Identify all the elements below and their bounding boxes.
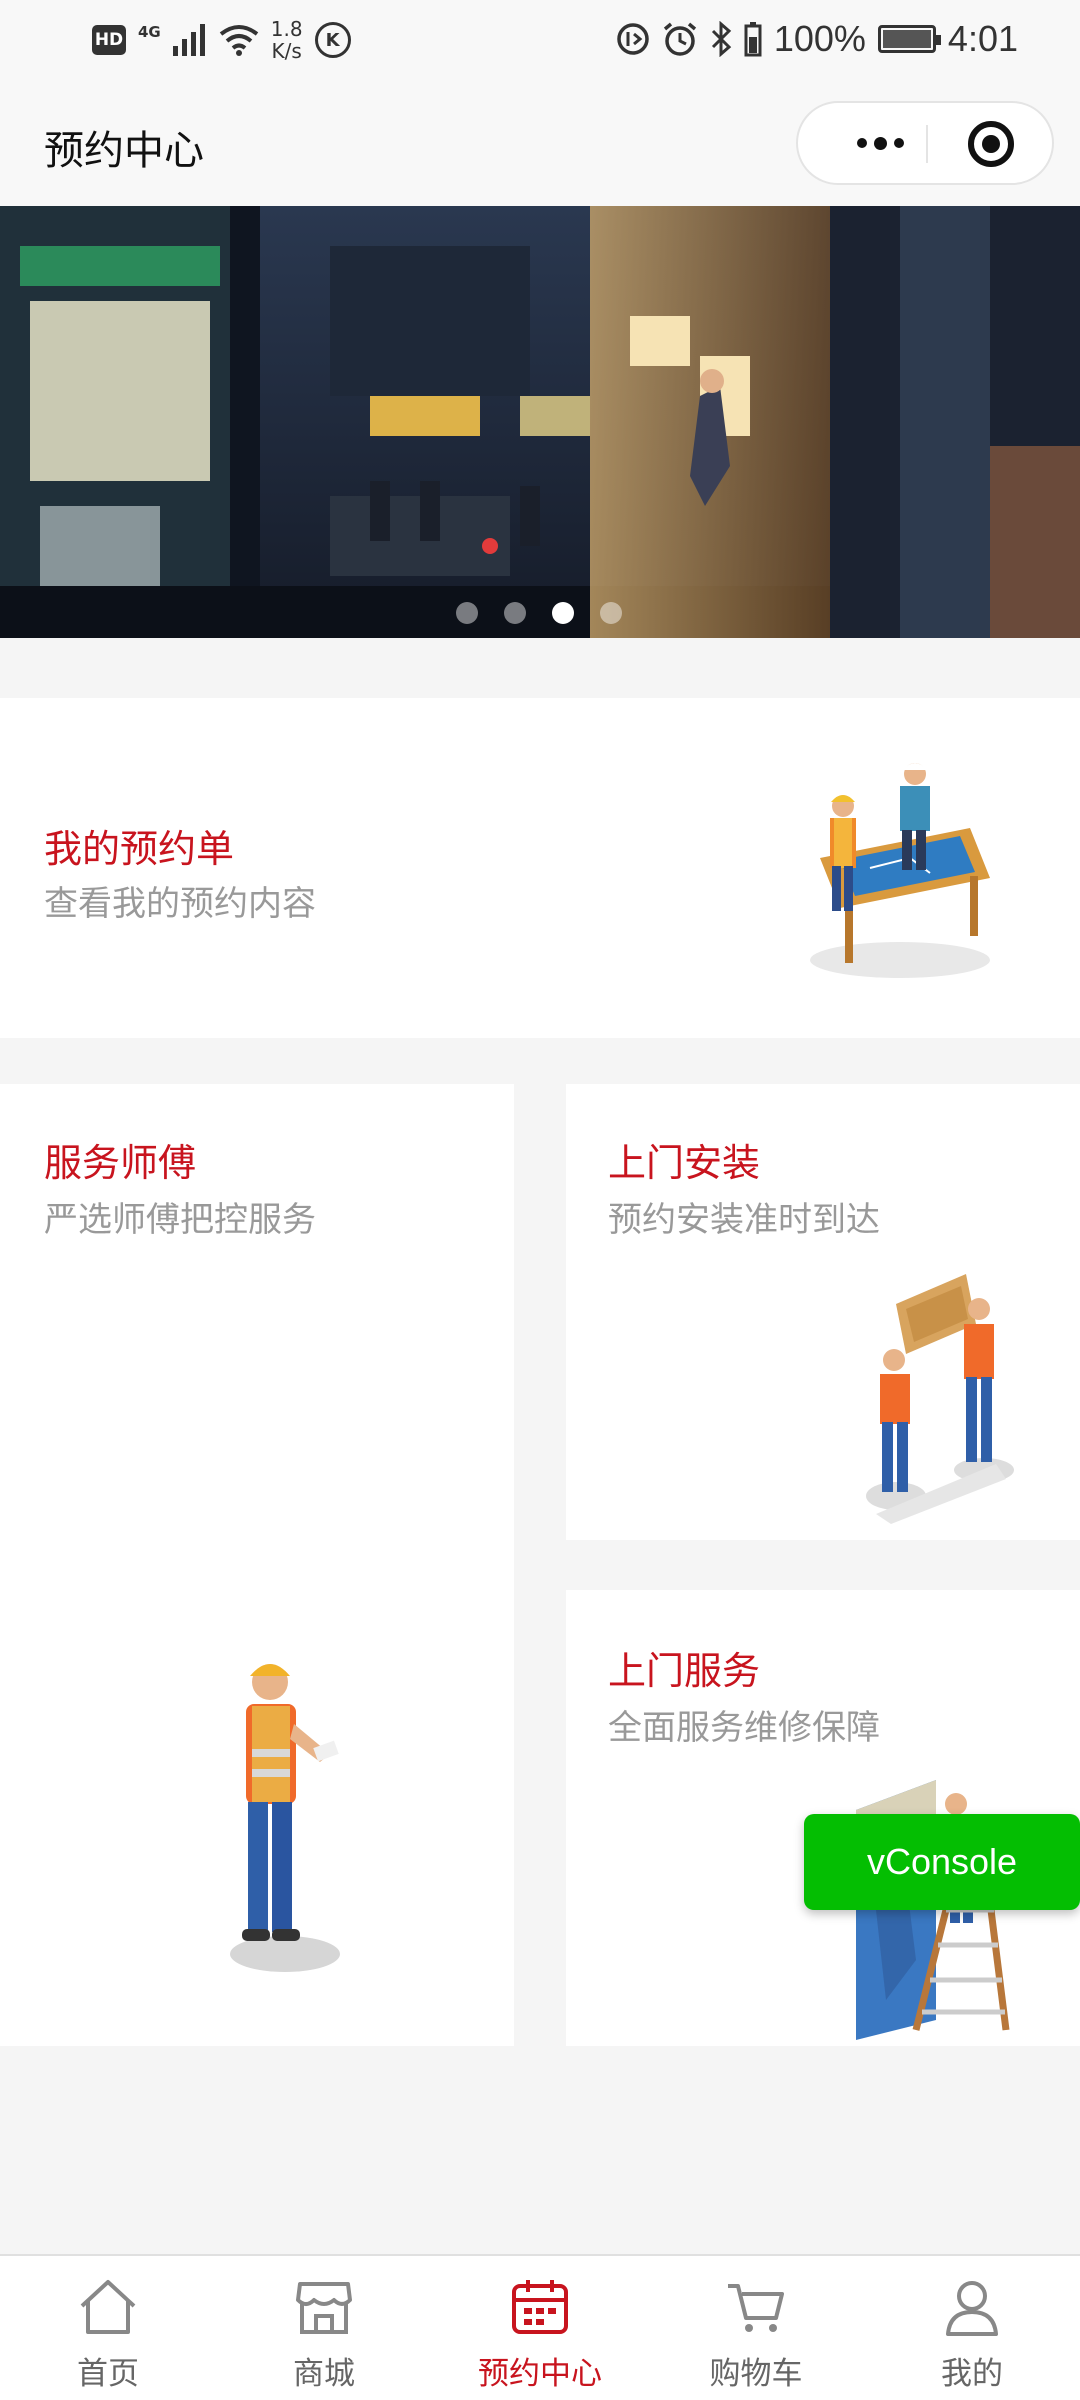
k-app-icon: K [314, 22, 351, 58]
calendar-icon [512, 2280, 568, 2334]
install-workers-illustration [866, 1274, 1014, 1524]
inspector-worker-illustration [230, 1664, 340, 1972]
status-bar: HD 4G 1.8 K/s K 100% 4:01 [0, 0, 1080, 80]
home-service-subtitle: 全面服务维修保障 [608, 1708, 880, 1748]
tab-booking-center-label: 预约中心 [478, 2356, 602, 2392]
home-install-subtitle: 预约安装准时到达 [608, 1200, 880, 1240]
service-master-card[interactable]: 服务师傅 严选师傅把控服务 [0, 1084, 514, 2046]
vconsole-button[interactable]: vConsole [804, 1814, 1080, 1910]
home-install-card[interactable]: 上门安装 预约安装准时到达 [566, 1084, 1080, 1540]
network-type: 4G [138, 23, 161, 41]
user-icon [946, 2281, 998, 2336]
close-miniprogram-button[interactable] [968, 121, 1014, 167]
battery-percent: 100% [773, 18, 866, 59]
carousel-dot[interactable] [456, 602, 478, 624]
workers-planning-illustration [810, 763, 990, 978]
carousel-indicators [456, 602, 622, 624]
speed-unit: K/s [271, 39, 302, 63]
capsule-divider [926, 125, 928, 163]
home-icon [80, 2280, 136, 2334]
store-icon [296, 2282, 352, 2334]
status-left: HD 4G 1.8 K/s K [92, 18, 351, 62]
data-saver-icon [617, 23, 649, 55]
tab-home-label: 首页 [77, 2356, 139, 2392]
home-service-title: 上门服务 [608, 1649, 761, 1693]
wifi-icon [219, 25, 258, 56]
bottom-tab-bar: 首页 商城 预约中心 购物车 我的 [0, 2254, 1080, 2400]
tab-cart[interactable]: 购物车 [648, 2256, 864, 2400]
tab-booking-center[interactable]: 预约中心 [432, 2256, 648, 2400]
carousel-dot[interactable] [600, 602, 622, 624]
tab-mine-label: 我的 [941, 2356, 1003, 2392]
cart-icon [728, 2284, 784, 2332]
more-menu-button[interactable] [836, 103, 924, 183]
battery-small-icon [744, 22, 762, 57]
carousel-dot-active[interactable] [552, 602, 574, 624]
tab-home[interactable]: 首页 [0, 2256, 216, 2400]
status-right: 100% 4:01 [616, 16, 1018, 62]
tab-store-label: 商城 [293, 2356, 355, 2392]
page-title: 预约中心 [44, 128, 204, 174]
network-speed: 1.8 K/s [271, 18, 303, 62]
my-orders-card[interactable]: 我的预约单 查看我的预约内容 [0, 698, 1080, 1038]
service-master-subtitle: 严选师傅把控服务 [44, 1200, 316, 1240]
signal-icon [172, 24, 205, 56]
battery-icon [877, 25, 941, 53]
banner-image [0, 206, 1080, 638]
miniprogram-capsule [796, 101, 1054, 185]
my-orders-title: 我的预约单 [44, 827, 235, 871]
clock: 4:01 [947, 18, 1018, 59]
carousel-dot[interactable] [504, 602, 526, 624]
tab-cart-label: 购物车 [709, 2356, 803, 2392]
my-orders-subtitle: 查看我的预约内容 [44, 884, 316, 924]
tab-mine[interactable]: 我的 [864, 2256, 1080, 2400]
speed-value: 1.8 [270, 17, 303, 41]
hd-indicator: HD [92, 25, 126, 55]
tab-store[interactable]: 商城 [216, 2256, 432, 2400]
nav-bar: 预约中心 [0, 80, 1080, 206]
home-install-title: 上门安装 [608, 1141, 761, 1185]
service-master-title: 服务师傅 [44, 1141, 197, 1185]
bluetooth-icon [711, 21, 732, 57]
banner-carousel[interactable] [0, 206, 1080, 638]
alarm-icon [663, 22, 696, 56]
